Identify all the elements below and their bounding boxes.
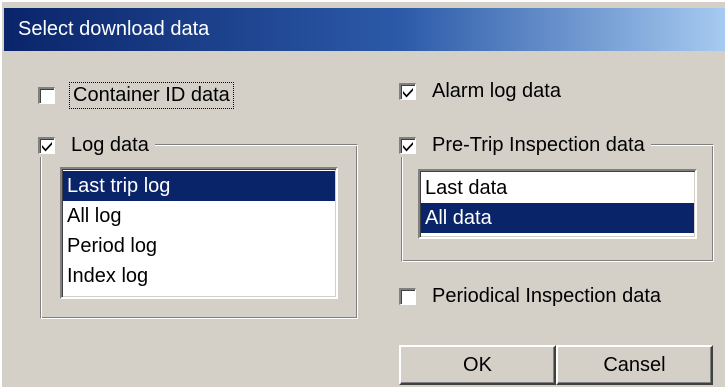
alarm-log-checkbox[interactable]	[399, 83, 416, 100]
container-id-checkbox-row[interactable]: Container ID data	[38, 82, 234, 109]
periodical-checkbox-row[interactable]: Periodical Inspection data	[399, 285, 661, 308]
check-mark-icon	[403, 142, 413, 152]
pre-trip-label: Pre-Trip Inspection data	[432, 134, 645, 156]
list-item-last-trip-log[interactable]: Last trip log	[63, 171, 335, 201]
list-item-period-log[interactable]: Period log	[63, 231, 335, 261]
periodical-label: Periodical Inspection data	[432, 285, 662, 307]
cancel-button[interactable]: Cansel	[556, 345, 713, 385]
pti-data-listbox[interactable]: Last data All data	[418, 169, 697, 239]
alarm-log-label: Alarm log data	[432, 80, 561, 102]
container-id-checkbox[interactable]	[38, 87, 55, 104]
list-item-index-log[interactable]: Index log	[63, 261, 335, 291]
pre-trip-checkbox[interactable]	[399, 137, 416, 154]
list-item-last-data[interactable]: Last data	[421, 173, 694, 203]
title-bar: Select download data	[4, 8, 725, 51]
alarm-log-checkbox-row[interactable]: Alarm log data	[399, 80, 561, 103]
list-item-all-log[interactable]: All log	[63, 201, 335, 231]
container-id-label: Container ID data	[69, 82, 234, 109]
check-mark-icon	[403, 88, 413, 98]
pre-trip-checkbox-row[interactable]: Pre-Trip Inspection data	[399, 134, 651, 157]
select-download-data-dialog: Select download data Container ID data L…	[0, 0, 725, 387]
log-data-checkbox[interactable]	[38, 137, 55, 154]
list-item-all-data[interactable]: All data	[421, 203, 694, 233]
ok-button[interactable]: OK	[399, 345, 556, 385]
check-mark-icon	[42, 142, 52, 152]
periodical-checkbox[interactable]	[399, 288, 416, 305]
log-data-checkbox-row[interactable]: Log data	[38, 134, 155, 157]
log-type-listbox[interactable]: Last trip log All log Period log Index l…	[60, 167, 338, 299]
log-data-label: Log data	[71, 134, 149, 156]
